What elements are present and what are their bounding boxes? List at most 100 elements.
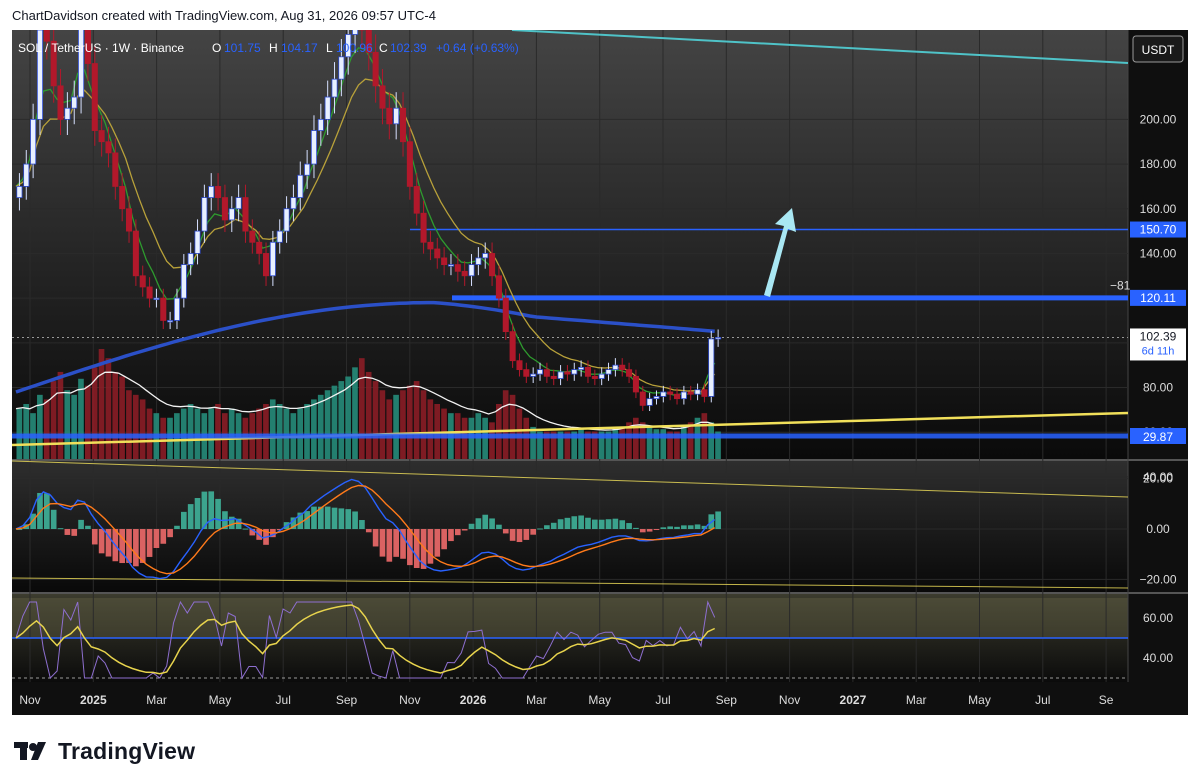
macd-histogram-bar: [578, 515, 584, 530]
candle-body: [304, 163, 311, 176]
macd-histogram-bar: [571, 516, 578, 530]
candle-body: [43, 29, 50, 42]
candle-body: [317, 118, 324, 131]
volume-bar: [646, 426, 653, 459]
volume-bar: [304, 404, 310, 459]
x-tick-label: May: [588, 693, 611, 707]
macd-histogram-bar: [57, 528, 64, 530]
candle-body: [352, 18, 359, 35]
candle-body: [660, 391, 667, 397]
candle-body: [30, 118, 37, 165]
volume-bar: [276, 404, 283, 459]
volume-bar: [502, 390, 509, 459]
candle-body: [564, 371, 571, 375]
macd-histogram-bar: [509, 529, 516, 541]
price-label-countdown-text: 6d 11h: [1142, 345, 1175, 357]
candle-body: [105, 141, 112, 154]
candle-body: [454, 264, 461, 272]
macd-histogram-bar: [667, 526, 673, 530]
candle-body: [605, 369, 612, 375]
x-tick-label: Nov: [19, 693, 40, 707]
price-label-volume: 29.87: [1130, 428, 1186, 444]
candle-body: [112, 152, 119, 187]
candle-body: [461, 270, 468, 277]
macd-histogram-bar: [311, 506, 317, 530]
macd-histogram-bar: [496, 524, 502, 530]
macd-histogram-bar: [537, 528, 543, 530]
volume-bar: [215, 404, 221, 459]
candle-body: [276, 230, 283, 243]
price-label-150: 150.70: [1130, 221, 1186, 238]
candle-body: [331, 78, 338, 98]
macd-histogram-bar: [71, 529, 78, 536]
macd-histogram-bar: [393, 529, 399, 557]
candle-body: [591, 375, 598, 379]
candle-body: [667, 391, 674, 395]
macd-histogram-bar: [475, 518, 482, 530]
macd-histogram-bar: [694, 524, 701, 530]
macd-y-tick-label: 0.00: [1146, 522, 1170, 536]
macd-histogram-bar: [146, 529, 153, 557]
candle-body: [578, 366, 585, 371]
volume-bar: [132, 394, 139, 459]
macd-histogram-bar: [653, 529, 660, 531]
volume-bar: [269, 399, 276, 459]
tradingview-logo-text: TradingView: [58, 737, 196, 764]
trading-chart[interactable]: 200.00180.00160.00140.00120.00100.0080.0…: [11, 0, 1188, 715]
candle-body: [434, 248, 441, 259]
candle-body: [571, 369, 578, 375]
x-tick-label: Mar: [146, 693, 167, 707]
candle-body: [262, 253, 270, 277]
currency-button[interactable]: USDT: [1132, 35, 1184, 63]
rsi-y-tick-label: 40.00: [1143, 651, 1173, 665]
candle-body: [167, 320, 174, 323]
volume-bar: [400, 390, 406, 459]
volume-bar: [530, 426, 536, 459]
volume-bar: [365, 371, 372, 459]
candle-body: [523, 369, 530, 377]
volume-bar: [393, 394, 399, 459]
candle-body: [653, 396, 660, 400]
macd-histogram-bar: [345, 509, 352, 530]
candle-body: [297, 174, 304, 198]
candle-body: [71, 96, 78, 109]
tradingview-brand: TradingView: [14, 736, 195, 766]
macd-histogram-bar: [181, 511, 187, 530]
macd-histogram-bar: [639, 529, 646, 533]
macd-histogram-bar: [160, 529, 167, 544]
volume-bar: [119, 376, 125, 459]
candle-body: [427, 241, 434, 250]
currency-button-label: USDT: [1142, 43, 1175, 57]
x-tick-label: Nov: [779, 693, 800, 707]
candle-body: [283, 208, 290, 232]
candle-body: [269, 241, 276, 277]
candle-body: [57, 85, 64, 120]
x-tick-label: Nov: [399, 693, 420, 707]
macd-histogram-bar: [427, 529, 434, 564]
candle-body: [153, 297, 160, 301]
macd-histogram-bar: [544, 525, 550, 530]
candle-body: [91, 63, 98, 131]
macd-histogram-bar: [50, 509, 57, 530]
macd-histogram-bar: [352, 511, 358, 530]
volume-bar: [708, 422, 714, 459]
legend-l-value: 100.96: [336, 41, 373, 55]
price-label-last: 102.39 6d 11h: [1130, 328, 1186, 361]
volume-bar: [372, 381, 379, 459]
macd-histogram-bar: [633, 527, 639, 530]
macd-histogram-bar: [612, 518, 619, 530]
volume-bar: [57, 371, 64, 459]
macd-histogram-bar: [187, 504, 194, 530]
macd-histogram-bar: [715, 511, 721, 530]
legend-c-label: C: [379, 41, 388, 55]
macd-histogram-bar: [133, 529, 139, 567]
candle-body: [468, 264, 475, 277]
volume-bar: [78, 378, 84, 459]
candle-body: [680, 391, 687, 400]
candle-body: [386, 107, 393, 125]
candle-body: [543, 369, 550, 377]
candle-body: [639, 391, 646, 406]
candle-body: [98, 130, 105, 143]
macd-histogram-bar: [119, 529, 125, 564]
x-tick-label: Sep: [336, 693, 358, 707]
